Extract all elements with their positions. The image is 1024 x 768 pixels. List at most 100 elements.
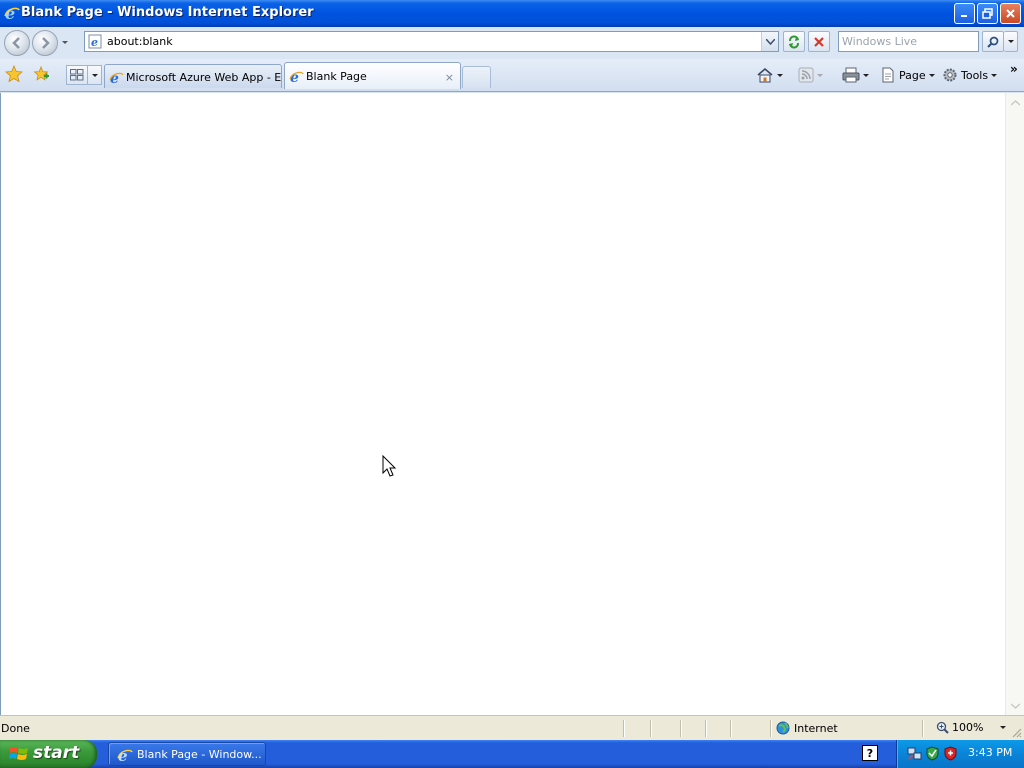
vertical-scrollbar[interactable]	[1005, 93, 1024, 715]
refresh-button[interactable]	[783, 31, 805, 52]
caret-down-icon	[91, 73, 98, 77]
tab-toolbar: e Microsoft Azure Web App - E... e Blank…	[0, 59, 1024, 92]
start-label: start	[33, 743, 80, 763]
ie-tab-icon: e	[289, 70, 304, 84]
search-options-dropdown[interactable]	[1004, 31, 1018, 52]
status-divider	[922, 720, 923, 737]
quick-tabs-button[interactable]	[66, 65, 88, 85]
stop-button[interactable]	[808, 31, 830, 52]
minimize-icon	[961, 15, 967, 17]
taskbar: start e Blank Page - Window... ? 3:43 PM	[0, 740, 1024, 768]
start-button[interactable]: start	[0, 740, 97, 768]
caret-down-icon	[1007, 40, 1014, 43]
page-icon	[882, 67, 894, 83]
tools-menu-label: Tools	[961, 68, 989, 82]
window-title: Blank Page - Windows Internet Explorer	[21, 5, 314, 20]
gear-icon	[943, 68, 957, 82]
caret-down-icon	[777, 73, 783, 77]
resize-grip-icon[interactable]	[1010, 726, 1022, 738]
status-divider	[730, 720, 731, 737]
globe-icon	[776, 721, 790, 735]
ie-logo-icon: e	[4, 5, 20, 21]
security-alert-tray-icon[interactable]	[925, 746, 940, 761]
scroll-down-button[interactable]	[1008, 698, 1023, 713]
home-button[interactable]	[756, 65, 783, 85]
rss-feed-icon	[798, 67, 814, 83]
scroll-up-button[interactable]	[1008, 95, 1023, 110]
security-zone[interactable]: Internet	[776, 721, 838, 735]
taskbar-item-ie[interactable]: e Blank Page - Window...	[108, 742, 266, 766]
tab-close-icon[interactable]: ×	[445, 71, 454, 84]
toolbar-overflow-chevron[interactable]: »	[1010, 59, 1018, 79]
tab-list-dropdown[interactable]	[88, 65, 102, 85]
help-icon[interactable]: ?	[862, 745, 878, 761]
stop-icon	[814, 36, 824, 47]
search-icon	[987, 36, 999, 48]
ie-logo-icon: e	[117, 747, 133, 763]
recent-pages-dropdown[interactable]	[60, 37, 70, 47]
ie-tab-icon: e	[109, 71, 124, 85]
chevron-down-icon	[1011, 702, 1020, 709]
search-input[interactable]	[842, 33, 976, 50]
search-button[interactable]	[982, 31, 1004, 52]
network-tray-icon[interactable]	[907, 746, 922, 761]
status-bar: Done Internet 100%	[0, 715, 1024, 740]
quick-tabs-icon	[70, 69, 84, 81]
printer-icon	[842, 67, 860, 83]
feeds-button[interactable]	[798, 65, 823, 85]
zone-label: Internet	[794, 721, 838, 735]
address-dropdown-button[interactable]	[761, 32, 778, 51]
home-icon	[757, 67, 773, 83]
page-menu-button[interactable]: Page	[880, 65, 935, 85]
restore-icon	[982, 8, 993, 19]
restore-button[interactable]	[977, 3, 998, 24]
tools-menu-button[interactable]: Tools	[942, 65, 998, 85]
chevron-up-icon	[1011, 99, 1020, 106]
mouse-pointer-icon	[382, 455, 397, 477]
close-icon	[1006, 9, 1015, 18]
tab-blank-page[interactable]: e Blank Page ×	[284, 62, 461, 89]
address-input[interactable]	[107, 33, 757, 50]
back-button[interactable]	[4, 30, 30, 56]
title-bar[interactable]: e Blank Page - Windows Internet Explorer	[0, 0, 1024, 27]
search-box[interactable]	[838, 31, 979, 52]
caret-down-icon	[817, 73, 823, 77]
new-tab-button[interactable]	[462, 66, 491, 88]
tab-label: Blank Page	[306, 70, 367, 83]
windows-logo-icon	[9, 747, 28, 760]
taskbar-item-label: Blank Page - Window...	[137, 748, 262, 761]
status-divider	[623, 720, 624, 737]
close-button[interactable]	[1000, 3, 1021, 24]
status-divider	[650, 720, 651, 737]
tab-azure-web-app[interactable]: e Microsoft Azure Web App - E...	[104, 64, 282, 88]
chevron-down-icon	[765, 38, 775, 45]
minimize-button[interactable]	[954, 3, 975, 24]
address-bar[interactable]: e	[84, 31, 779, 52]
favorites-star-icon[interactable]	[5, 65, 23, 83]
page-content[interactable]	[0, 93, 1005, 715]
ie-window: e Blank Page - Windows Internet Explorer…	[0, 0, 1024, 740]
caret-down-icon	[928, 73, 935, 77]
status-divider	[705, 720, 706, 737]
status-text: Done	[1, 722, 30, 735]
caret-down-icon	[863, 73, 869, 77]
svg-text:e: e	[91, 36, 98, 49]
tab-label: Microsoft Azure Web App - E...	[126, 71, 282, 84]
print-button[interactable]	[842, 65, 869, 85]
shield-tray-icon[interactable]	[943, 746, 958, 761]
address-toolbar: e	[0, 27, 1024, 59]
caret-down-icon	[991, 73, 998, 77]
forward-arrow-icon	[42, 37, 50, 49]
forward-button[interactable]	[32, 30, 58, 56]
zoom-icon	[936, 721, 949, 734]
back-arrow-icon	[12, 37, 20, 49]
status-divider	[680, 720, 681, 737]
refresh-icon	[789, 35, 799, 48]
taskbar-clock[interactable]: 3:43 PM	[968, 746, 1012, 759]
status-divider	[770, 720, 771, 737]
add-favorites-icon[interactable]	[32, 65, 50, 83]
zoom-control[interactable]: 100%	[936, 721, 1007, 734]
page-ie-icon: e	[88, 34, 102, 49]
page-menu-label: Page	[899, 68, 926, 82]
system-tray: 3:43 PM	[896, 740, 1024, 768]
